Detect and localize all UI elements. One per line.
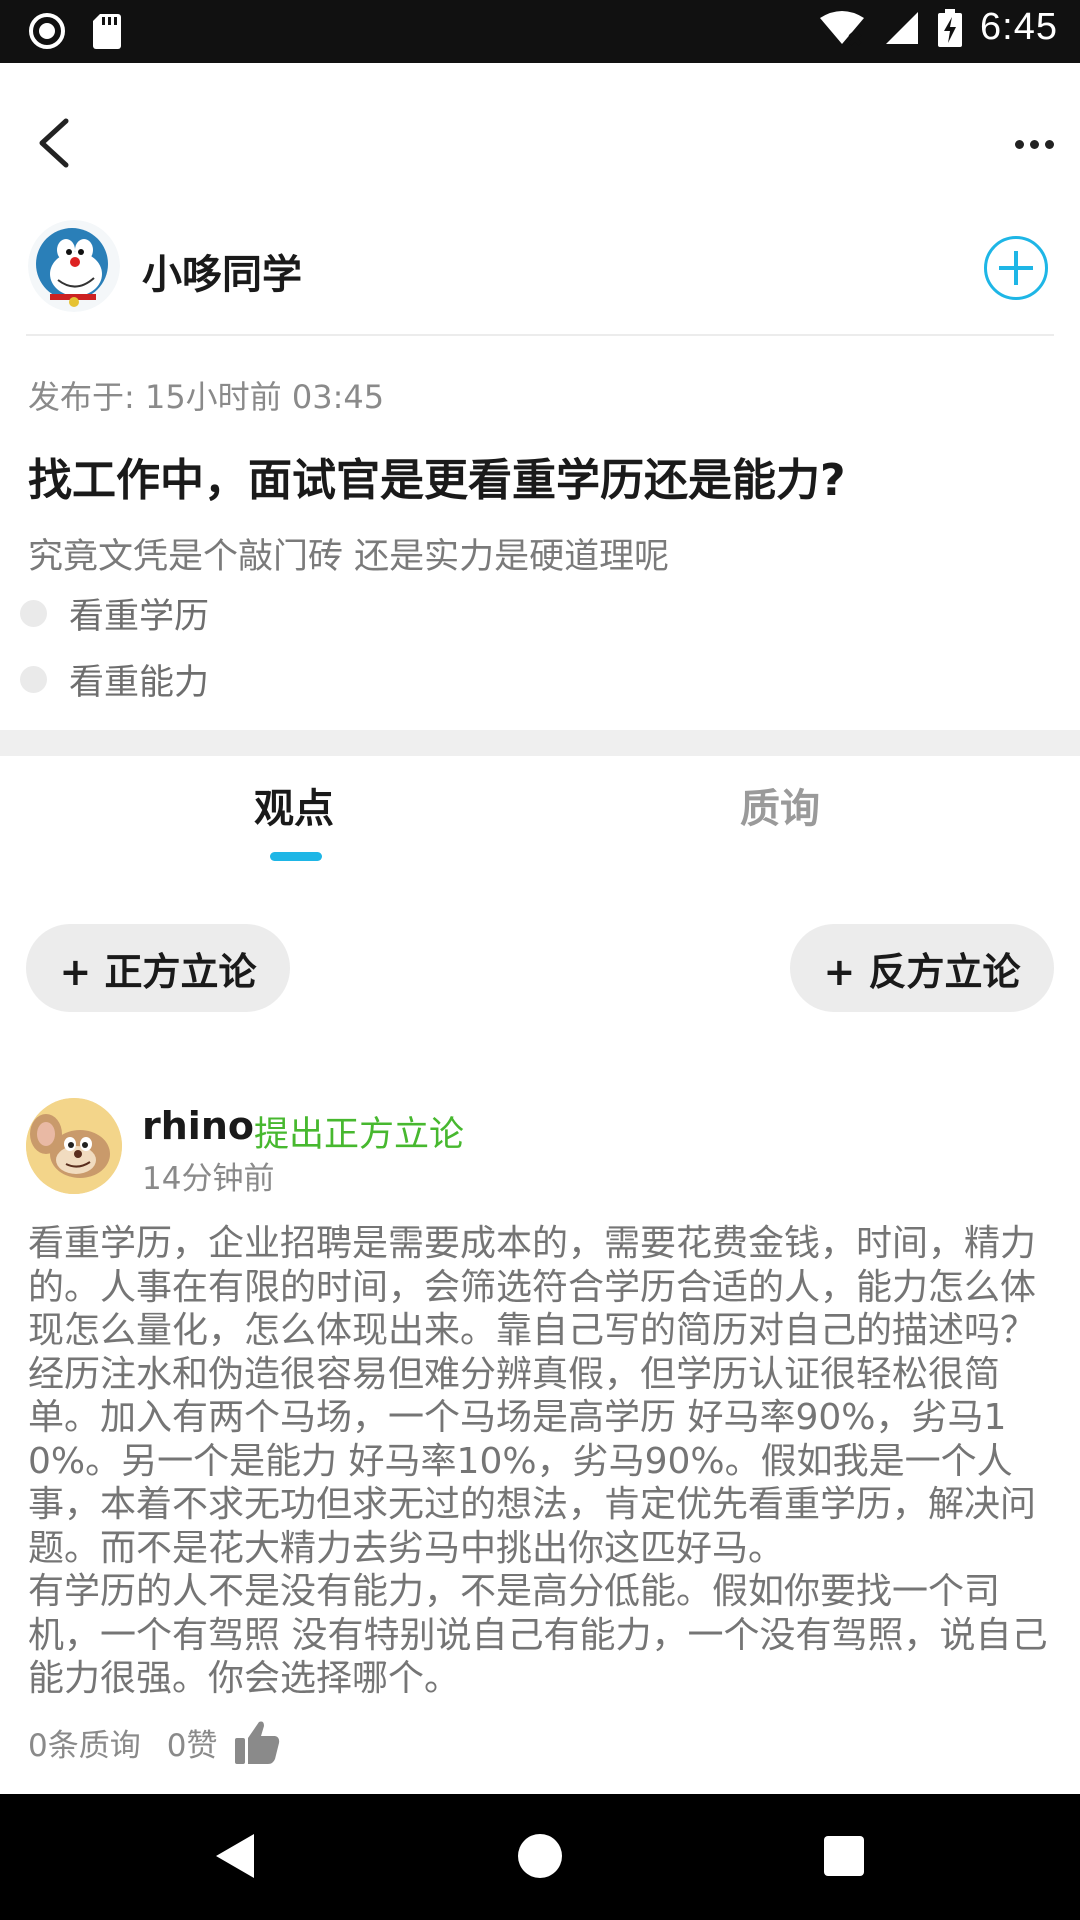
comment-time: 14分钟前: [142, 1161, 275, 1197]
tab-indicator: [270, 852, 322, 861]
commenter-name[interactable]: rhino: [142, 1104, 254, 1148]
author-name[interactable]: 小哆同学: [142, 242, 302, 300]
nav-back-icon[interactable]: [214, 1832, 258, 1880]
thumbs-up-icon[interactable]: [233, 1718, 281, 1766]
vote-option[interactable]: 看重能力: [20, 652, 209, 706]
option-label: 看重能力: [69, 662, 210, 703]
author-row: 小哆同学: [0, 220, 1080, 336]
comment-body: 看重学历，企业招聘是需要成本的，需要花费金钱，时间，精力的。人事在有限的时间，会…: [28, 1223, 1048, 1699]
like-count: 0赞: [166, 1727, 218, 1764]
vote-option[interactable]: 看重学历: [20, 586, 209, 640]
tab-questions[interactable]: 质询: [740, 776, 820, 834]
back-button[interactable]: [28, 113, 78, 173]
tab-bar: 观点 质询: [0, 756, 1080, 866]
status-bar: 6:45: [0, 0, 1080, 63]
tab-viewpoints[interactable]: 观点: [254, 776, 334, 834]
top-nav: [0, 63, 1080, 223]
radio-button[interactable]: [20, 599, 47, 627]
con-argument-button[interactable]: + 反方立论: [790, 924, 1054, 1012]
pro-argument-button[interactable]: + 正方立论: [26, 924, 290, 1012]
commenter-avatar[interactable]: [26, 1098, 122, 1194]
follow-button[interactable]: [984, 236, 1048, 300]
comment-meta: 0条质询 0赞: [28, 1718, 281, 1766]
system-nav-bar: [0, 1794, 1080, 1920]
post-title: 找工作中，面试官是更看重学历还是能力?: [28, 455, 846, 506]
nav-home-icon[interactable]: [518, 1834, 562, 1878]
more-button[interactable]: [1010, 129, 1058, 159]
section-divider: [0, 730, 1080, 756]
comment-stance: 提出正方立论: [254, 1115, 465, 1155]
record-icon: [29, 13, 65, 49]
option-label: 看重学历: [69, 596, 210, 637]
signal-icon: [886, 11, 919, 44]
radio-button[interactable]: [20, 665, 47, 693]
divider: [26, 334, 1054, 336]
post-subtitle: 究竟文凭是个敲门砖 还是实力是硬道理呢: [28, 537, 670, 577]
back-arrow-icon: [39, 118, 69, 168]
more-dots-icon: [1014, 139, 1024, 149]
wifi-off-icon: [820, 10, 865, 45]
sd-card-icon: [93, 14, 121, 49]
battery-charging-icon: [938, 8, 963, 47]
author-avatar[interactable]: [28, 220, 120, 312]
publish-time: 发布于: 15小时前 03:45: [28, 378, 385, 416]
nav-recents-icon[interactable]: [824, 1836, 864, 1876]
status-time: 6:45: [980, 6, 1058, 48]
question-count[interactable]: 0条质询: [28, 1720, 141, 1765]
